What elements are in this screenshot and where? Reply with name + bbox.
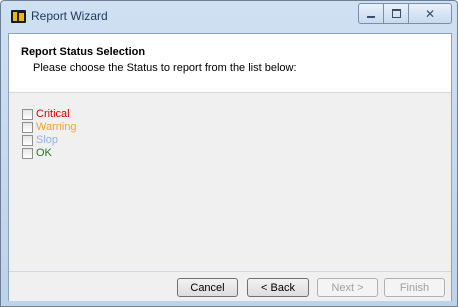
- ok-label[interactable]: OK: [36, 147, 52, 159]
- slop-checkbox[interactable]: [22, 134, 33, 146]
- warning-checkbox[interactable]: [22, 121, 33, 133]
- window-title: Report Wizard: [31, 9, 108, 23]
- slop-label[interactable]: Slop: [36, 134, 58, 146]
- wizard-client-area: Report Status Selection Please choose th…: [8, 33, 452, 301]
- wizard-header: Report Status Selection Please choose th…: [9, 34, 451, 93]
- window-controls: ✕: [358, 3, 452, 24]
- critical-checkbox[interactable]: [22, 108, 33, 120]
- option-ok[interactable]: OK: [22, 147, 52, 159]
- finish-button[interactable]: Finish: [384, 278, 445, 297]
- warning-label[interactable]: Warning: [36, 121, 77, 133]
- report-wizard-window: Report Wizard ✕ Report Status Selection …: [0, 0, 458, 307]
- wizard-footer: Cancel < Back Next > Finish: [9, 271, 451, 301]
- minimize-button[interactable]: [358, 3, 384, 24]
- close-icon: ✕: [424, 6, 436, 21]
- option-critical[interactable]: Critical: [22, 108, 70, 120]
- minimize-icon: [367, 15, 375, 18]
- option-warning[interactable]: Warning: [22, 121, 77, 133]
- back-button[interactable]: < Back: [247, 278, 309, 297]
- cancel-button[interactable]: Cancel: [177, 278, 238, 297]
- critical-label[interactable]: Critical: [36, 108, 70, 120]
- maximize-icon: [391, 9, 401, 18]
- status-options-panel: Critical Warning Slop OK: [9, 93, 451, 271]
- close-button[interactable]: ✕: [408, 3, 452, 24]
- title-bar[interactable]: Report Wizard ✕: [1, 1, 457, 33]
- page-title: Report Status Selection: [21, 46, 146, 58]
- ok-checkbox[interactable]: [22, 147, 33, 159]
- page-subtitle: Please choose the Status to report from …: [33, 62, 297, 74]
- maximize-button[interactable]: [383, 3, 409, 24]
- option-slop[interactable]: Slop: [22, 134, 58, 146]
- next-button[interactable]: Next >: [317, 278, 378, 297]
- app-logo-icon: [11, 10, 26, 23]
